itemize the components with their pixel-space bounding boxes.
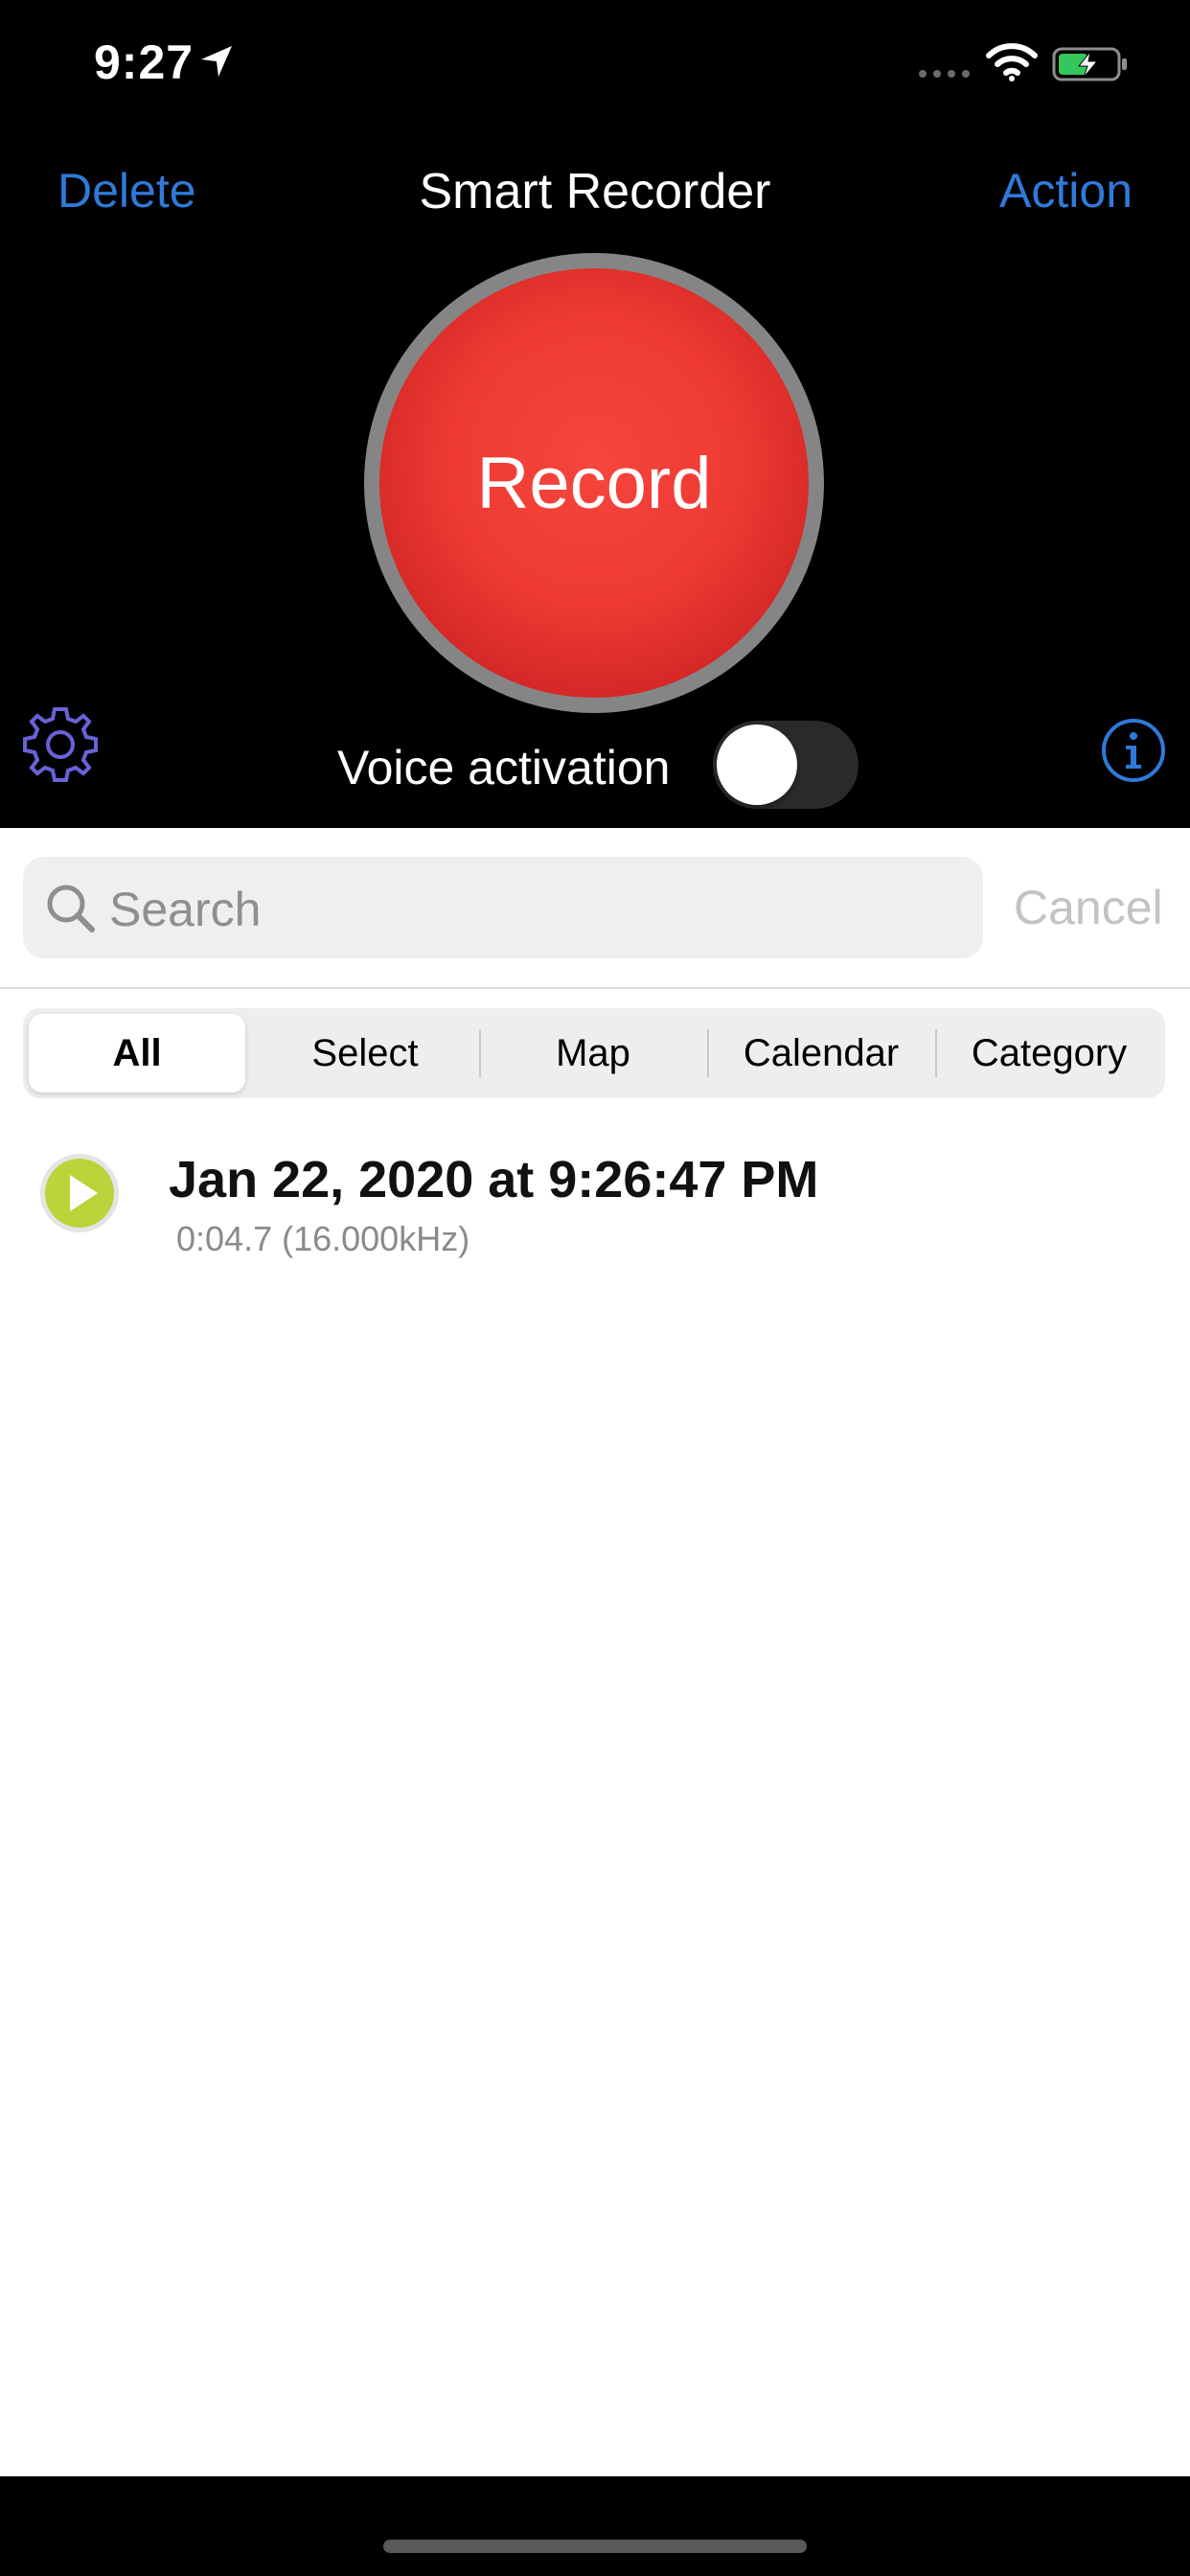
home-indicator[interactable] bbox=[383, 2540, 807, 2553]
battery-charging-icon bbox=[1052, 47, 1127, 81]
recording-detail: 0:04.7 (16.000kHz) bbox=[176, 1219, 470, 1258]
cancel-button[interactable]: Cancel bbox=[1014, 880, 1163, 935]
segment-calendar[interactable]: Calendar bbox=[707, 1008, 935, 1098]
search-field[interactable]: Search bbox=[23, 857, 983, 958]
status-time: 9:27 bbox=[94, 35, 195, 89]
action-button[interactable]: Action bbox=[999, 163, 1133, 218]
location-arrow-icon bbox=[201, 46, 232, 77]
recorder-header: 9:27 Delete Smart Recorder Action Record… bbox=[0, 0, 1190, 828]
signal-dots-icon bbox=[919, 70, 970, 78]
filter-segmented-control: All Select Map Calendar Category bbox=[23, 1008, 1165, 1098]
screen: 9:27 Delete Smart Recorder Action Record… bbox=[0, 0, 1190, 2576]
record-button-face[interactable]: Record bbox=[379, 268, 809, 698]
gear-icon[interactable] bbox=[17, 702, 103, 788]
bottom-bar bbox=[0, 2476, 1190, 2576]
voice-activation-label: Voice activation bbox=[337, 741, 671, 794]
toggle-knob bbox=[717, 724, 797, 805]
navigation-bar: Delete Smart Recorder Action bbox=[0, 144, 1190, 240]
info-icon[interactable] bbox=[1100, 717, 1167, 784]
record-label: Record bbox=[476, 442, 712, 524]
recording-list-item[interactable]: Jan 22, 2020 at 9:26:47 PM 0:04.7 (16.00… bbox=[0, 1131, 1190, 1275]
segment-all[interactable]: All bbox=[29, 1014, 245, 1092]
segment-category[interactable]: Category bbox=[935, 1008, 1163, 1098]
wifi-icon bbox=[986, 43, 1038, 81]
recording-title: Jan 22, 2020 at 9:26:47 PM bbox=[169, 1151, 819, 1208]
search-input[interactable]: Search bbox=[109, 882, 261, 937]
segment-select[interactable]: Select bbox=[251, 1008, 479, 1098]
voice-activation-toggle[interactable] bbox=[713, 721, 858, 809]
search-icon bbox=[47, 885, 95, 932]
status-bar: 9:27 bbox=[0, 0, 1190, 125]
segment-map[interactable]: Map bbox=[479, 1008, 707, 1098]
play-icon[interactable] bbox=[38, 1152, 121, 1234]
record-button[interactable]: Record bbox=[364, 253, 824, 713]
divider bbox=[0, 987, 1190, 989]
